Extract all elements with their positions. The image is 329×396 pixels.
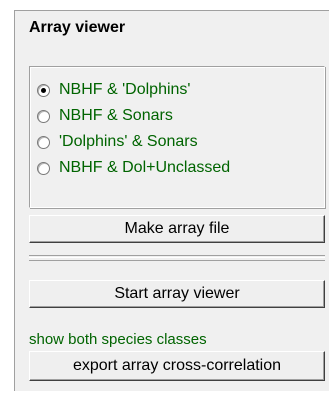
radio-label: NBHF & Sonars bbox=[59, 107, 173, 124]
radio-label: NBHF & 'Dolphins' bbox=[59, 81, 191, 98]
export-array-cross-correlation-button[interactable]: export array cross-correlation bbox=[29, 351, 325, 381]
start-array-viewer-button[interactable]: Start array viewer bbox=[29, 280, 325, 308]
radio-label: 'Dolphins' & Sonars bbox=[59, 133, 198, 150]
radio-unselected-icon[interactable] bbox=[37, 135, 50, 149]
radio-unselected-icon[interactable] bbox=[37, 109, 50, 123]
radio-selected-icon[interactable] bbox=[37, 83, 50, 97]
species-info-text: show both species classes bbox=[29, 331, 207, 348]
divider bbox=[29, 255, 325, 261]
radio-option-nbhf-dol-unclassed[interactable]: NBHF & Dol+Unclassed bbox=[37, 155, 230, 181]
radio-label: NBHF & Dol+Unclassed bbox=[59, 159, 231, 176]
make-array-file-button[interactable]: Make array file bbox=[29, 215, 325, 243]
radio-option-dolphins-sonars[interactable]: 'Dolphins' & Sonars bbox=[37, 129, 198, 155]
radio-option-nbhf-dolphins[interactable]: NBHF & 'Dolphins' bbox=[37, 77, 190, 103]
panel-title: Array viewer bbox=[29, 19, 126, 36]
array-viewer-panel: Array viewer NBHF & 'Dolphins' NBHF & So… bbox=[14, 10, 329, 391]
radio-option-nbhf-sonars[interactable]: NBHF & Sonars bbox=[37, 103, 173, 129]
radio-unselected-icon[interactable] bbox=[37, 161, 50, 175]
